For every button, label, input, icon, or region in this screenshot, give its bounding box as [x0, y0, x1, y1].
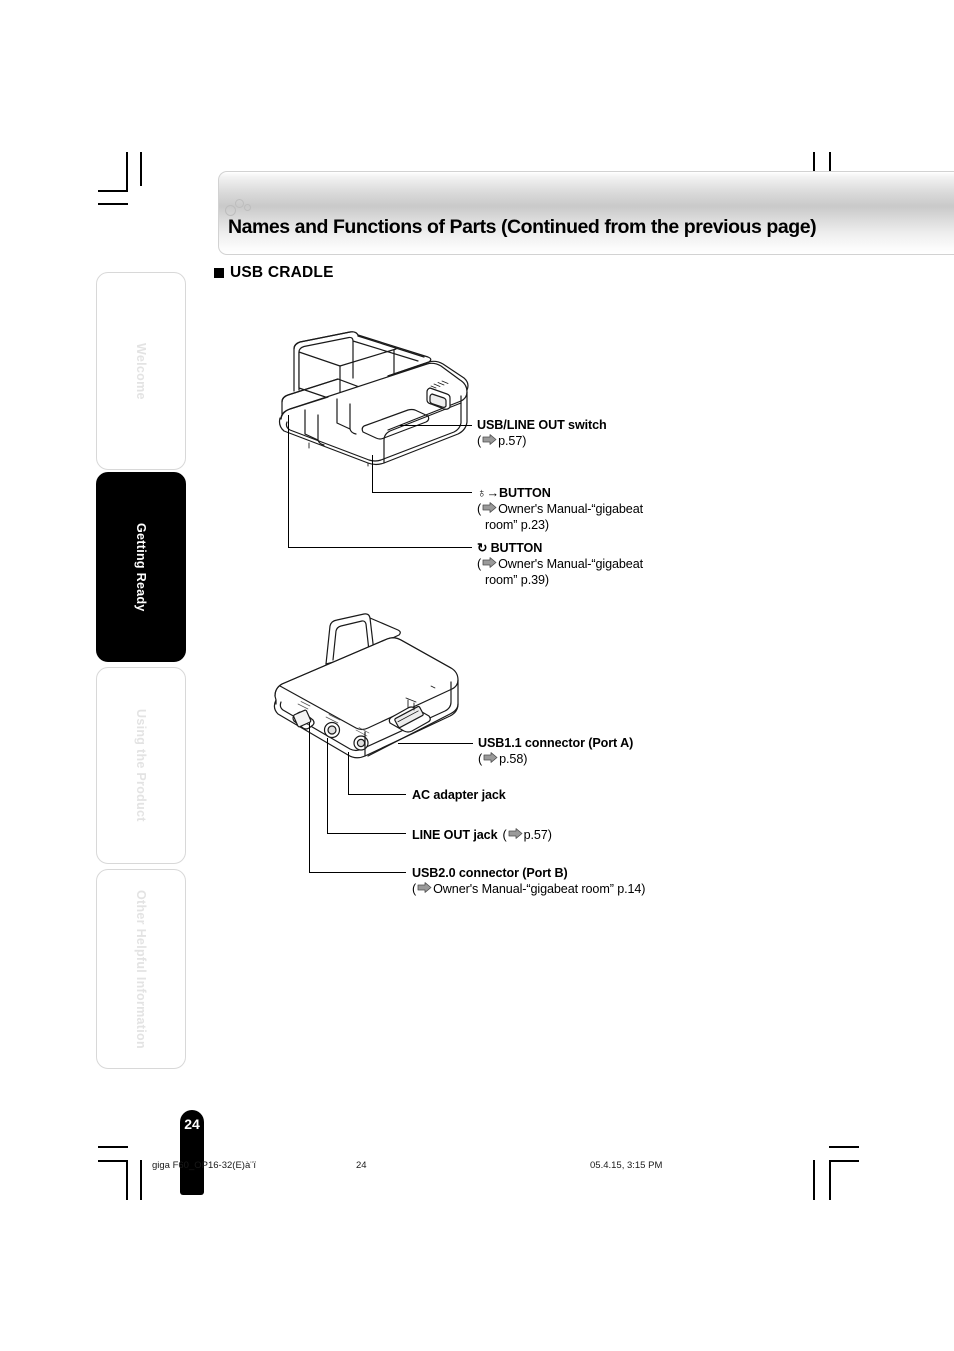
reference-text: p.58) [499, 752, 528, 766]
leader-line-usb-line-out-switch [400, 425, 472, 427]
callout-reference-line2: room” p.39) [485, 573, 549, 587]
callout-label: USB/LINE OUT switch [477, 418, 607, 432]
crop-mark-top-left-v2 [140, 152, 142, 186]
crop-mark-bottom-left-v2 [140, 1160, 142, 1200]
callout-label-row: ♁→ BUTTON [477, 486, 643, 501]
crop-mark-top-left-v [126, 152, 128, 192]
callout-usb11-connector: USB1.1 connector (Port A) ( p.58) [478, 736, 633, 767]
crop-mark-bottom-right-h [829, 1146, 859, 1148]
crop-mark-bottom-left-h [98, 1146, 128, 1148]
crop-mark-bottom-right-v [813, 1160, 815, 1200]
right-arrow-icon [417, 881, 432, 893]
square-bullet-icon [214, 268, 224, 278]
reference-text: p.57) [523, 828, 552, 842]
reference-text: Owner's Manual-“gigabeat [498, 557, 644, 571]
reference-text: p.57) [498, 434, 527, 448]
callout-usb20-connector: USB2.0 connector (Port B) ( Owner's Manu… [412, 866, 646, 897]
callout-eject-button: ♁→ BUTTON ( Owner's Manual-“gigabeat roo… [477, 486, 643, 533]
callout-ac-adapter-jack: AC adapter jack [412, 788, 506, 803]
sidebar-tab-label: Getting Ready [134, 522, 148, 612]
callout-label: USB1.1 connector (Port A) [478, 736, 634, 750]
paren-open: ( [477, 502, 482, 516]
paren-open: ( [478, 752, 483, 766]
callout-reference-line2: room” p.23) [485, 518, 549, 532]
crop-mark-bottom-right-v2 [829, 1160, 831, 1200]
sidebar-tab-using-the-product[interactable]: Using the Product [96, 667, 186, 864]
paren-open: ( [477, 557, 482, 571]
callout-label: BUTTON [490, 541, 543, 555]
right-arrow-icon [482, 501, 497, 513]
crop-mark-bottom-right-h2 [829, 1160, 859, 1162]
footer-timestamp: 05.4.15, 3:15 PM [590, 1160, 663, 1171]
leader-line-line-out-horizontal [327, 833, 406, 835]
refresh-cycle-icon: ↻ [477, 541, 488, 555]
sidebar-tab-other-helpful-information[interactable]: Other Helpful Information [96, 869, 186, 1069]
leader-line-eject-button-horizontal [372, 492, 472, 494]
crop-mark-bottom-left-v [126, 1160, 128, 1200]
page-header-band [218, 171, 954, 255]
section-heading-label: USB CRADLE [230, 264, 334, 281]
reference-text: Owner's Manual-“gigabeat [498, 502, 644, 516]
right-arrow-icon [508, 828, 523, 839]
footer-file-name: giga F60_OP16-32(E)à¨ï [152, 1160, 257, 1171]
sidebar-tab-label: Using the Product [134, 709, 148, 822]
reference-text: Owner's Manual-“gigabeat room” p.14) [433, 882, 646, 896]
leader-line-ac-adapter-horizontal [348, 794, 406, 796]
eject-transfer-icon: ♁→ [477, 486, 500, 500]
leader-line-eject-button-vertical [372, 455, 374, 493]
page-number: 24 [184, 1116, 200, 1132]
leader-line-ac-adapter-vertical [348, 752, 350, 795]
sidebar-tab-welcome[interactable]: Welcome [96, 272, 186, 470]
callout-reference: ( p.58) [478, 751, 633, 767]
callout-reference: ( Owner's Manual-“gigabeat [477, 501, 643, 517]
callout-reference: ( p.57) [477, 433, 607, 449]
paren-open: ( [502, 828, 507, 842]
bubble-large-icon [225, 205, 236, 216]
leader-line-usb20-horizontal [309, 872, 406, 874]
callout-label: LINE OUT jack [412, 828, 498, 842]
callout-sync-button: ↻ BUTTON ( Owner's Manual-“gigabeat room… [477, 541, 643, 588]
leader-line-usb11-connector [398, 743, 473, 745]
section-heading: USB CRADLE [214, 264, 334, 282]
leader-line-usb20-vertical [309, 723, 311, 873]
bubble-decoration-icon [225, 198, 265, 218]
right-arrow-icon [482, 556, 497, 568]
page-number-tab: 24 [180, 1110, 204, 1195]
callout-line-out-jack: LINE OUT jack ( p.57) [412, 827, 552, 843]
paren-open: ( [477, 434, 482, 448]
usb-cradle-rear-illustration [268, 612, 473, 777]
sidebar-tab-getting-ready[interactable]: Getting Ready [96, 472, 186, 662]
callout-label: BUTTON [499, 486, 551, 500]
callout-usb-line-out-switch: USB/LINE OUT switch ( p.57) [477, 418, 607, 449]
right-arrow-icon [482, 433, 497, 445]
bubble-small-icon [244, 204, 251, 211]
bubble-medium-icon [235, 199, 244, 208]
callout-reference: ( Owner's Manual-“gigabeat room” p.14) [412, 881, 646, 897]
sidebar-tab-label: Other Helpful Information [134, 889, 148, 1049]
leader-line-sync-button-horizontal [288, 547, 472, 549]
callout-label: USB2.0 connector (Port B) [412, 866, 568, 880]
usb-cradle-front-illustration [268, 330, 483, 475]
leader-line-line-out-vertical [327, 738, 329, 834]
callout-label-row: LINE OUT jack ( p.57) [412, 827, 552, 843]
callout-reference: ( Owner's Manual-“gigabeat [477, 556, 643, 572]
paren-open: ( [412, 882, 417, 896]
right-arrow-icon [483, 751, 498, 763]
leader-line-sync-button-vertical [288, 415, 290, 548]
callout-label-row: ↻ BUTTON [477, 541, 643, 556]
crop-mark-top-left-h [98, 190, 128, 192]
sidebar-tab-label: Welcome [134, 342, 148, 400]
crop-mark-bottom-left-h2 [98, 1160, 128, 1162]
footer-page-number: 24 [356, 1160, 367, 1171]
page-title: Names and Functions of Parts (Continued … [228, 216, 817, 238]
crop-mark-top-left-h2 [98, 203, 128, 205]
callout-label: AC adapter jack [412, 788, 506, 802]
